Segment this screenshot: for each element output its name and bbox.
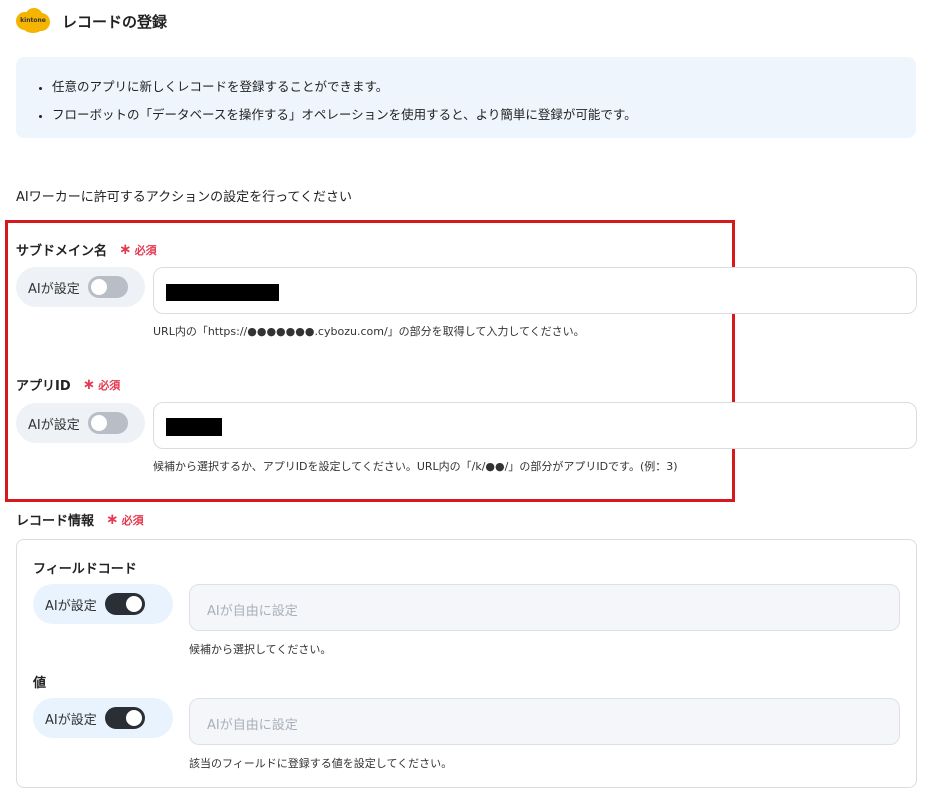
value-placeholder: AIが自由に設定 <box>207 718 298 733</box>
logo-text: kintone <box>20 17 46 24</box>
info-bullet: フローボットの「データベースを操作する」オペレーションを使用すると、より簡単に登… <box>52 101 916 129</box>
app-id-label: アプリID <box>16 379 71 394</box>
field-code-placeholder: AIが自由に設定 <box>207 604 298 619</box>
record-info-label-row: レコード情報 ∗ 必須 <box>16 510 144 530</box>
subdomain-label: サブドメイン名 <box>16 244 108 259</box>
app-id-label-row: アプリID ∗ 必須 <box>16 375 121 395</box>
toggle-knob <box>125 710 142 726</box>
ai-toggle-label: AIが設定 <box>45 712 97 728</box>
redacted-value <box>166 418 222 436</box>
field-code-help: 候補から選択してください。 <box>189 643 332 656</box>
asterisk-icon: ∗ <box>119 240 132 258</box>
asterisk-icon: ∗ <box>106 510 119 528</box>
record-info-card <box>16 539 917 788</box>
info-bullet: 任意のアプリに新しくレコードを登録することができます。 <box>52 73 916 101</box>
subdomain-input[interactable] <box>153 267 917 314</box>
value-label: 値 <box>33 676 47 691</box>
required-text: 必須 <box>98 378 121 392</box>
required-text: 必須 <box>134 243 157 257</box>
subdomain-label-row: サブドメイン名 ∗ 必須 <box>16 240 157 260</box>
toggle-switch[interactable] <box>87 412 128 434</box>
app-id-help: 候補から選択するか、アプリIDを設定してください。URL内の「/k/●●/」の部… <box>153 460 678 473</box>
field-code-input[interactable]: AIが自由に設定 <box>189 584 900 631</box>
app-id-input[interactable] <box>153 402 917 449</box>
toggle-knob <box>125 596 142 612</box>
ai-toggle-label: AIが設定 <box>28 281 80 297</box>
required-badge: ∗ 必須 <box>119 242 157 258</box>
subdomain-help: URL内の「https://●●●●●●●.cybozu.com/」の部分を取得… <box>153 325 585 338</box>
value-help: 該当のフィールドに登録する値を設定してください。 <box>189 757 453 770</box>
toggle-switch[interactable] <box>104 593 145 615</box>
required-badge: ∗ 必須 <box>83 377 121 393</box>
info-box: 任意のアプリに新しくレコードを登録することができます。 フローボットの「データベ… <box>16 57 916 138</box>
record-info-label: レコード情報 <box>16 514 95 529</box>
redacted-value <box>166 284 279 301</box>
ai-toggle-label: AIが設定 <box>45 598 97 614</box>
required-text: 必須 <box>121 513 144 527</box>
intro-text: AIワーカーに許可するアクションの設定を行ってください <box>16 190 353 205</box>
toggle-knob <box>90 415 107 431</box>
value-input[interactable]: AIが自由に設定 <box>189 698 900 745</box>
subdomain-ai-toggle[interactable]: AIが設定 <box>16 267 145 307</box>
value-ai-toggle[interactable]: AIが設定 <box>33 698 173 738</box>
page-header: kintone レコードの登録 <box>16 4 167 38</box>
kintone-logo-icon: kintone <box>16 8 50 34</box>
ai-toggle-label: AIが設定 <box>28 417 80 433</box>
asterisk-icon: ∗ <box>82 375 96 393</box>
page-title: レコードの登録 <box>62 12 168 31</box>
toggle-switch[interactable] <box>104 707 145 729</box>
required-badge: ∗ 必須 <box>106 512 144 528</box>
toggle-switch[interactable] <box>87 276 128 298</box>
info-list: 任意のアプリに新しくレコードを登録することができます。 フローボットの「データベ… <box>36 73 916 129</box>
field-code-ai-toggle[interactable]: AIが設定 <box>33 584 173 624</box>
field-code-label: フィールドコード <box>33 562 137 577</box>
app-id-ai-toggle[interactable]: AIが設定 <box>16 403 145 443</box>
toggle-knob <box>90 279 107 295</box>
